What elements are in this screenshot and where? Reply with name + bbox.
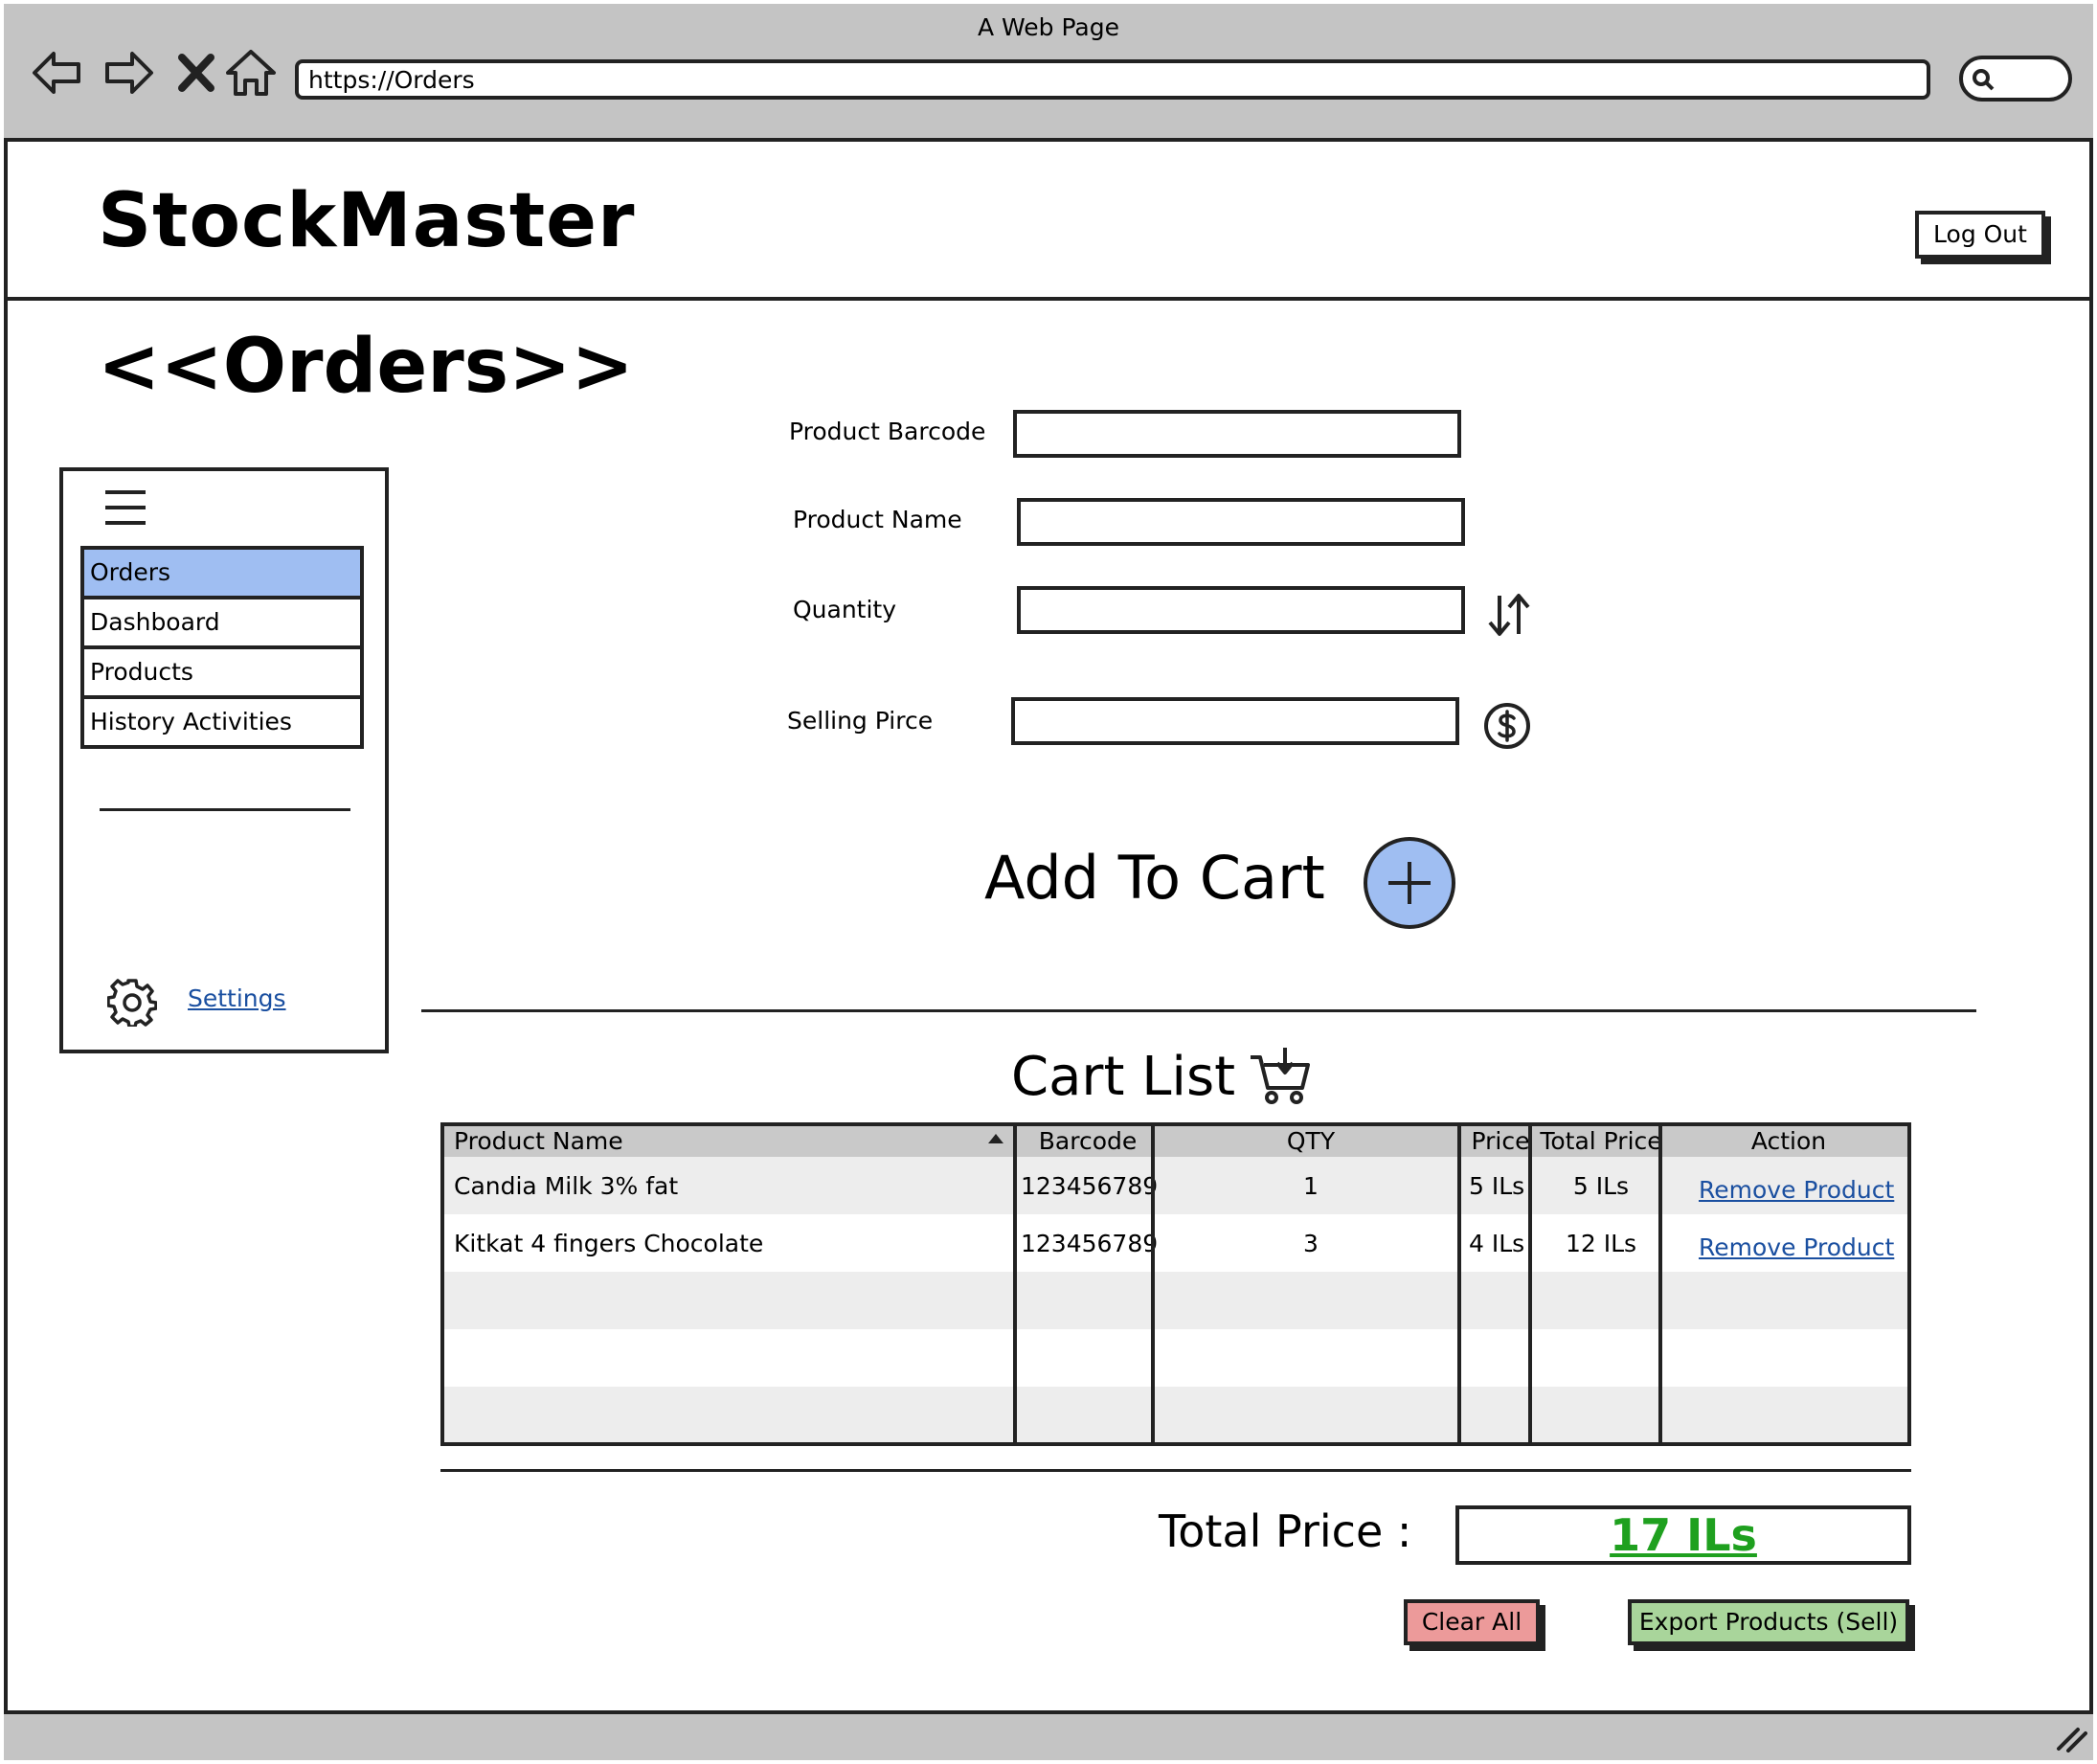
cell-price: 4 ILs — [1469, 1230, 1525, 1257]
cell-product-name: Kitkat 4 fingers Chocolate — [454, 1230, 764, 1257]
sort-icon[interactable] — [1486, 590, 1532, 640]
table-row-empty — [444, 1387, 1907, 1442]
column-header-action[interactable]: Action — [1666, 1126, 1907, 1157]
quantity-input[interactable] — [1017, 586, 1465, 634]
column-header-barcode[interactable]: Barcode — [1019, 1126, 1157, 1157]
table-bottom-divider — [440, 1469, 1911, 1472]
add-to-cart-label: Add To Cart — [984, 843, 1325, 913]
cell-barcode: 123456789 — [1021, 1172, 1159, 1200]
sidebar-item-dashboard[interactable]: Dashboard — [80, 596, 364, 649]
table-row-empty — [444, 1329, 1907, 1387]
back-icon[interactable] — [29, 44, 86, 102]
sidebar-item-products[interactable]: Products — [80, 645, 364, 699]
header-divider — [6, 297, 2091, 301]
plus-icon — [1388, 862, 1431, 904]
barcode-label: Product Barcode — [789, 418, 986, 445]
stop-icon[interactable] — [169, 44, 226, 102]
gear-icon[interactable] — [107, 977, 157, 1027]
cart-icon — [1251, 1048, 1310, 1104]
column-header-qty[interactable]: QTY — [1157, 1126, 1465, 1157]
remove-product-link[interactable]: Remove Product — [1699, 1161, 1894, 1218]
barcode-input[interactable] — [1013, 410, 1461, 458]
table-row: Candia Milk 3% fat 123456789 1 5 ILs 5 I… — [444, 1157, 1907, 1214]
table-row-empty — [444, 1272, 1907, 1329]
cell-price: 5 ILs — [1469, 1172, 1525, 1200]
column-divider — [1528, 1126, 1532, 1442]
column-header-total-price[interactable]: Total Price — [1536, 1126, 1666, 1157]
cell-qty: 1 — [1303, 1172, 1319, 1200]
app-title: StockMaster — [98, 178, 636, 264]
menu-icon[interactable] — [103, 488, 147, 527]
quantity-label: Quantity — [793, 596, 897, 623]
cell-total-price: 12 ILs — [1565, 1230, 1637, 1257]
sidebar-item-orders[interactable]: Orders — [80, 546, 364, 599]
add-to-cart-button[interactable] — [1364, 837, 1455, 929]
table-row: Kitkat 4 fingers Chocolate 123456789 3 4… — [444, 1214, 1907, 1272]
selling-price-label: Selling Pirce — [787, 707, 934, 735]
total-price-value: 17 ILs — [1610, 1509, 1757, 1561]
sort-ascending-icon[interactable] — [986, 1132, 1005, 1145]
search-icon — [1973, 69, 1995, 91]
cart-table: Product Name Barcode QTY Price Total Pri… — [440, 1122, 1911, 1446]
column-divider — [1658, 1126, 1662, 1442]
browser-search-box[interactable] — [1959, 56, 2072, 102]
selling-price-input[interactable] — [1011, 697, 1459, 745]
column-header-product-name[interactable]: Product Name — [454, 1126, 623, 1157]
remove-product-link[interactable]: Remove Product — [1699, 1218, 1894, 1276]
product-name-label: Product Name — [793, 506, 962, 533]
address-bar[interactable]: https://Orders — [295, 59, 1930, 100]
page-title: <<Orders>> — [98, 324, 634, 410]
total-price-box: 17 ILs — [1455, 1505, 1911, 1565]
home-icon[interactable] — [222, 44, 280, 102]
column-divider — [1151, 1126, 1155, 1442]
column-divider — [1457, 1126, 1461, 1442]
resize-grip-icon[interactable] — [2053, 1724, 2087, 1753]
cart-list-title: Cart List — [1011, 1046, 1236, 1108]
table-header-row: Product Name Barcode QTY Price Total Pri… — [444, 1126, 1907, 1157]
logout-button[interactable]: Log Out — [1915, 211, 2045, 259]
cell-product-name: Candia Milk 3% fat — [454, 1172, 679, 1200]
cell-barcode: 123456789 — [1021, 1230, 1159, 1257]
forward-icon[interactable] — [100, 44, 157, 102]
cell-qty: 3 — [1303, 1230, 1319, 1257]
total-price-label: Total Price : — [1159, 1505, 1412, 1557]
browser-statusbar — [4, 1710, 2093, 1760]
cell-total-price: 5 ILs — [1572, 1172, 1630, 1200]
sidebar: Orders Dashboard Products History Activi… — [59, 467, 389, 1053]
settings-link[interactable]: Settings — [188, 984, 286, 1012]
section-divider — [421, 1009, 1976, 1012]
column-divider — [1013, 1126, 1017, 1442]
product-name-input[interactable] — [1017, 498, 1465, 546]
column-header-price[interactable]: Price — [1465, 1126, 1536, 1157]
sidebar-divider — [100, 808, 350, 811]
dollar-icon — [1484, 703, 1530, 749]
clear-all-button[interactable]: Clear All — [1404, 1599, 1540, 1645]
window-title: A Web Page — [977, 13, 1120, 41]
sidebar-item-history-activities[interactable]: History Activities — [80, 695, 364, 749]
export-products-button[interactable]: Export Products (Sell) — [1628, 1599, 1909, 1645]
